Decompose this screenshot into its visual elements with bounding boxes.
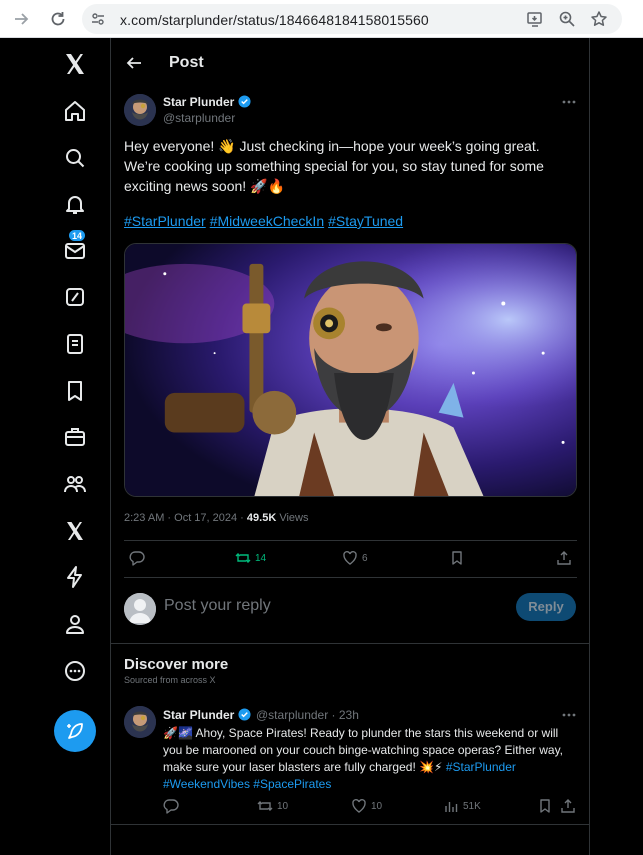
forward-arrow-icon[interactable]: [12, 9, 32, 29]
current-user-avatar: [124, 593, 156, 625]
discover-more-heading: Discover more: [124, 656, 229, 673]
space-pirate-illustration: [125, 244, 576, 496]
browser-toolbar: x.com/starplunder/status/184664818415801…: [0, 0, 643, 38]
related-retweet-count: 10: [277, 800, 289, 812]
main-column: Post Star Plunder @starplunder Hey every…: [110, 38, 590, 855]
verified-orgs-bolt-icon[interactable]: [63, 565, 87, 589]
address-bar[interactable]: x.com/starplunder/status/184664818415801…: [82, 4, 622, 34]
install-app-icon[interactable]: [526, 10, 544, 28]
views-count: 49.5K: [246, 512, 277, 524]
post-more-icon[interactable]: [561, 94, 577, 110]
notifications-bell-icon[interactable]: [63, 192, 87, 216]
views-label: Views: [276, 512, 309, 524]
compose-post-button[interactable]: [54, 710, 96, 752]
heart-icon: [352, 798, 366, 813]
related-like-count: 10: [371, 800, 383, 812]
divider: [124, 577, 577, 578]
like-count: 6: [362, 552, 368, 564]
discover-more-subtitle: Sourced from across X: [124, 675, 216, 685]
author-avatar[interactable]: [124, 94, 156, 126]
post-timestamp[interactable]: 2:23 AM · Oct 17, 2024 ·: [124, 512, 247, 524]
bookmark-action[interactable]: [449, 550, 465, 568]
divider: [124, 540, 577, 541]
author-display-name[interactable]: Star Plunder: [163, 95, 234, 109]
hashtag-link[interactable]: #MidweekCheckIn: [210, 213, 324, 229]
messages-envelope-icon[interactable]: [63, 239, 87, 263]
verified-badge-icon: [238, 708, 251, 721]
retweet-icon: [257, 801, 273, 811]
profile-icon[interactable]: [63, 612, 87, 636]
bookmarks-icon[interactable]: [63, 379, 87, 403]
lists-icon[interactable]: [63, 332, 87, 356]
left-navigation: 14: [0, 38, 110, 855]
feather-quill-icon: [67, 723, 83, 739]
x-logo-icon[interactable]: [63, 52, 87, 76]
bookmark-star-icon[interactable]: [590, 10, 608, 28]
more-options-icon[interactable]: [63, 659, 87, 683]
related-post-text: 🚀🌌 Ahoy, Space Pirates! Ready to plunder…: [163, 725, 578, 793]
share-action[interactable]: [556, 550, 572, 568]
grok-icon[interactable]: [63, 285, 87, 309]
divider: [111, 824, 589, 825]
related-like-action[interactable]: 10: [351, 798, 382, 816]
premium-x-icon[interactable]: [63, 519, 87, 543]
verified-badge-icon: [238, 95, 251, 108]
post-text: Hey everyone! 👋 Just checking in—hope yo…: [124, 138, 544, 194]
like-action[interactable]: 6: [342, 550, 368, 568]
hashtag-link[interactable]: #StayTuned: [328, 213, 403, 229]
zoom-icon[interactable]: [558, 10, 576, 28]
related-author-avatar[interactable]: [124, 706, 156, 738]
post-image[interactable]: [124, 243, 577, 497]
reply-bubble-icon: [129, 551, 145, 566]
views-chart-icon: [445, 802, 458, 812]
divider: [111, 643, 589, 644]
retweet-action[interactable]: 14: [235, 550, 266, 568]
hashtag-link[interactable]: #StarPlunder: [124, 213, 206, 229]
author-handle[interactable]: @starplunder: [163, 111, 235, 125]
related-author-name[interactable]: Star Plunder: [163, 708, 234, 722]
reply-button[interactable]: Reply: [516, 593, 576, 621]
bookmark-icon: [540, 799, 550, 813]
heart-icon: [343, 550, 357, 565]
reply-bubble-icon: [163, 799, 179, 814]
related-retweet-action[interactable]: 10: [257, 798, 288, 816]
reload-icon[interactable]: [48, 9, 68, 29]
share-icon: [561, 799, 575, 813]
page-title: Post: [169, 54, 204, 71]
reply-input[interactable]: Post your reply: [164, 597, 271, 615]
bookmark-icon: [452, 551, 462, 565]
share-icon: [557, 551, 571, 565]
url-text[interactable]: x.com/starplunder/status/184664818415801…: [120, 12, 429, 28]
site-settings-icon[interactable]: [90, 11, 106, 27]
reply-action[interactable]: [129, 550, 145, 568]
related-views-action[interactable]: 51K: [443, 798, 481, 816]
related-views-count: 51K: [463, 800, 481, 812]
related-share-action[interactable]: [560, 798, 576, 816]
explore-search-icon[interactable]: [63, 146, 87, 170]
communities-icon[interactable]: [63, 472, 87, 496]
retweet-icon: [235, 553, 251, 563]
related-bookmark-action[interactable]: [537, 798, 553, 816]
post-hashtags: #StarPlunder #MidweekCheckIn #StayTuned: [124, 213, 407, 229]
back-arrow-icon[interactable]: [125, 54, 143, 72]
related-handle-time[interactable]: @starplunder · 23h: [256, 708, 359, 722]
related-reply-action[interactable]: [163, 798, 179, 816]
post-timestamp-views: 2:23 AM · Oct 17, 2024 · 49.5K Views: [124, 512, 308, 524]
related-more-icon[interactable]: [561, 707, 577, 723]
jobs-briefcase-icon[interactable]: [63, 425, 87, 449]
post-header: Post: [111, 38, 589, 88]
retweet-count: 14: [255, 552, 267, 564]
home-icon[interactable]: [63, 99, 87, 123]
